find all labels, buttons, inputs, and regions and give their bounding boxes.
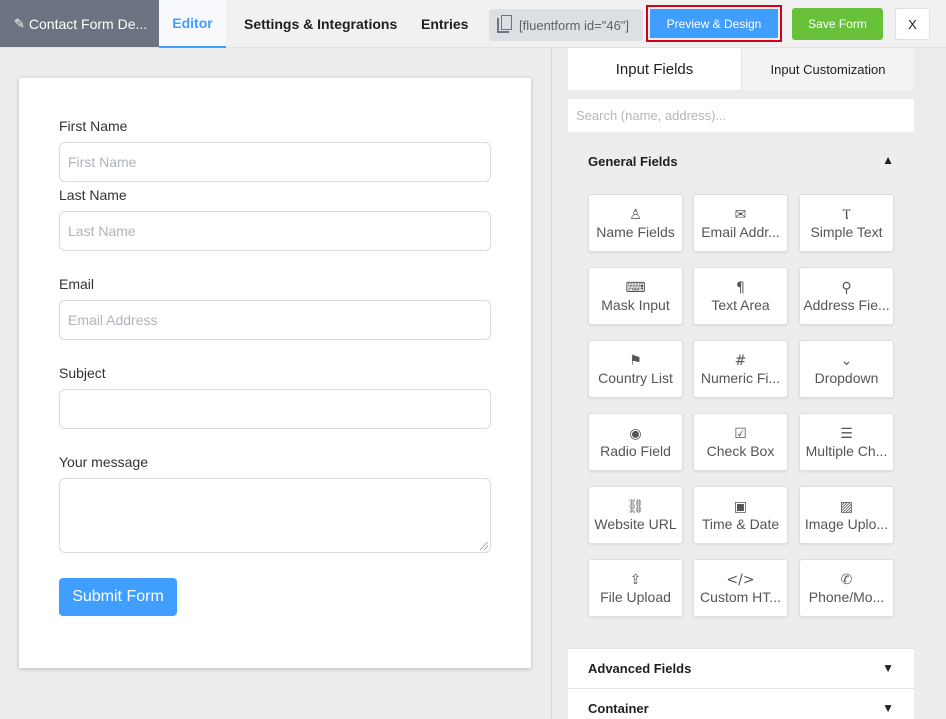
chevron-down-icon: ▼	[882, 661, 894, 675]
close-button[interactable]: X	[895, 8, 930, 40]
container-title: Container	[588, 701, 649, 716]
field-button-label: Website URL	[594, 516, 677, 532]
field-button-multiple-ch[interactable]: ☰ Multiple Ch...	[799, 413, 894, 471]
pencil-icon: ✎	[14, 15, 25, 31]
field-button-country-list[interactable]: ⚑ Country List	[588, 340, 683, 398]
submit-form-button[interactable]: Submit Form	[59, 578, 177, 616]
preview-design-button[interactable]: Preview & Design	[650, 9, 778, 38]
subject-input[interactable]	[59, 389, 491, 429]
dropdown-icon: ⌄	[840, 353, 853, 369]
checkbox-icon: ☑	[734, 426, 747, 442]
map-pin-icon: ⚲	[841, 280, 852, 296]
top-bar: ✎ Contact Form De... Editor Settings & I…	[0, 0, 946, 48]
field-button-label: Mask Input	[601, 297, 670, 313]
form-title[interactable]: ✎ Contact Form De...	[0, 0, 159, 47]
envelope-icon: ✉	[734, 207, 747, 223]
last-name-label: Last Name	[59, 187, 127, 203]
shortcode-copy[interactable]: [fluentform id="46"]	[489, 9, 643, 41]
panel-divider[interactable]	[551, 48, 552, 719]
preview-highlight: Preview & Design	[646, 5, 782, 42]
field-button-name-fields[interactable]: ♙ Name Fields	[588, 194, 683, 252]
subject-label: Subject	[59, 365, 106, 381]
field-button-label: Custom HT...	[700, 589, 781, 605]
link-icon: ⛓	[626, 499, 645, 515]
email-label: Email	[59, 276, 95, 292]
advanced-fields-title: Advanced Fields	[588, 661, 692, 676]
keyboard-icon: ⌨	[625, 280, 646, 296]
field-button-label: Address Fie...	[803, 297, 890, 313]
field-button-dropdown[interactable]: ⌄ Dropdown	[799, 340, 894, 398]
tab-entries[interactable]: Entries	[421, 0, 468, 48]
field-button-label: Dropdown	[814, 370, 879, 386]
resize-handle[interactable]	[480, 542, 488, 550]
container-header[interactable]: Container ▼	[568, 688, 914, 719]
field-button-file-upload[interactable]: ⇪ File Upload	[588, 559, 683, 617]
field-button-address-fie[interactable]: ⚲ Address Fie...	[799, 267, 894, 325]
field-button-mask-input[interactable]: ⌨ Mask Input	[588, 267, 683, 325]
field-button-radio-field[interactable]: ◉ Radio Field	[588, 413, 683, 471]
email-input[interactable]: Email Address	[59, 300, 491, 340]
field-button-label: Email Addr...	[701, 224, 780, 240]
radio-icon: ◉	[629, 426, 642, 442]
field-button-label: Time & Date	[701, 516, 780, 532]
chevron-down-icon: ▼	[882, 701, 894, 715]
upload-icon: ⇪	[629, 572, 642, 588]
general-fields-title: General Fields	[588, 153, 678, 169]
field-button-label: Numeric Fi...	[700, 370, 781, 386]
field-button-label: Radio Field	[600, 443, 671, 459]
field-button-custom-ht[interactable]: </> Custom HT...	[693, 559, 788, 617]
field-button-label: Simple Text	[810, 224, 883, 240]
field-button-label: Phone/Mo...	[808, 589, 885, 605]
copy-icon	[497, 14, 512, 33]
hash-icon: #	[734, 353, 747, 369]
field-search-input[interactable]: Search (name, address)...	[568, 99, 914, 132]
field-button-image-uplo[interactable]: ▨ Image Uplo...	[799, 486, 894, 544]
shortcode-text: [fluentform id="46"]	[519, 17, 630, 33]
user-icon: ♙	[629, 207, 642, 223]
message-label: Your message	[59, 454, 148, 470]
field-button-text-area[interactable]: ¶ Text Area	[693, 267, 788, 325]
last-name-input[interactable]: Last Name	[59, 211, 491, 251]
chevron-up-icon: ▲	[882, 153, 894, 167]
general-fields-header[interactable]: General Fields ▲	[568, 141, 914, 181]
field-button-label: File Upload	[600, 589, 671, 605]
flag-icon: ⚑	[629, 353, 642, 369]
message-textarea[interactable]	[59, 478, 491, 553]
field-button-label: Check Box	[706, 443, 775, 459]
field-button-label: Name Fields	[596, 224, 675, 240]
tab-settings-integrations[interactable]: Settings & Integrations	[244, 0, 397, 48]
field-button-label: Image Uplo...	[804, 516, 889, 532]
save-form-button[interactable]: Save Form	[792, 8, 883, 40]
field-button-simple-text[interactable]: Ⲧ Simple Text	[799, 194, 894, 252]
tab-editor[interactable]: Editor	[159, 0, 226, 48]
field-button-time-date[interactable]: ▣ Time & Date	[693, 486, 788, 544]
field-button-email-addr[interactable]: ✉ Email Addr...	[693, 194, 788, 252]
list-icon: ☰	[840, 426, 853, 442]
field-button-label: Multiple Ch...	[805, 443, 888, 459]
first-name-input[interactable]: First Name	[59, 142, 491, 182]
tab-input-customization[interactable]: Input Customization	[741, 48, 914, 90]
phone-icon: ✆	[840, 572, 853, 588]
first-name-label: First Name	[59, 118, 128, 134]
general-fields-grid: ♙ Name Fields ✉ Email Addr... Ⲧ Simple Text ⌨ M…	[568, 181, 914, 646]
form-canvas: First Name First Name Last Name Last Nam…	[19, 78, 531, 668]
field-button-numeric-fi[interactable]: # Numeric Fi...	[693, 340, 788, 398]
field-button-check-box[interactable]: ☑ Check Box	[693, 413, 788, 471]
field-button-website-url[interactable]: ⛓ Website URL	[588, 486, 683, 544]
tab-input-fields[interactable]: Input Fields	[568, 48, 741, 90]
calendar-icon: ▣	[733, 499, 748, 515]
field-button-label: Text Area	[711, 297, 770, 313]
form-title-text: Contact Form De...	[28, 15, 148, 32]
sidebar-tabs: Input Fields Input Customization	[568, 48, 914, 90]
code-icon: </>	[726, 572, 755, 588]
text-cursor-icon: Ⲧ	[842, 207, 851, 223]
fields-sidebar: Input Fields Input Customization Search …	[568, 48, 914, 719]
field-button-label: Country List	[598, 370, 673, 386]
advanced-fields-header[interactable]: Advanced Fields ▼	[568, 648, 914, 688]
field-button-phone-mo[interactable]: ✆ Phone/Mo...	[799, 559, 894, 617]
paragraph-icon: ¶	[736, 280, 745, 296]
image-icon: ▨	[839, 499, 854, 515]
